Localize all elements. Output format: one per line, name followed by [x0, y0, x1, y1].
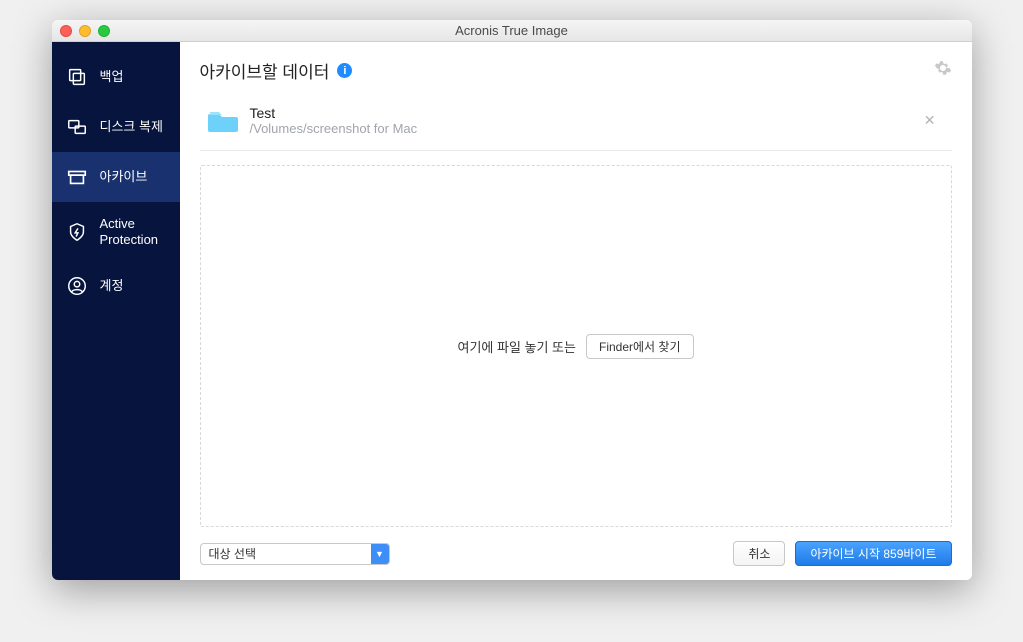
info-icon[interactable]: i [337, 63, 352, 78]
destination-select-label: 대상 선택 [201, 544, 371, 564]
sidebar-item-active-protection[interactable]: Active Protection [52, 202, 180, 261]
file-name: Test [250, 105, 418, 121]
sidebar-item-backup[interactable]: 백업 [52, 52, 180, 102]
sidebar-item-archive[interactable]: 아카이브 [52, 152, 180, 202]
sidebar-item-label: 백업 [100, 69, 124, 85]
selected-file-row: Test /Volumes/screenshot for Mac ✕ [200, 101, 952, 151]
disk-clone-icon [66, 116, 88, 138]
finder-browse-button[interactable]: Finder에서 찾기 [586, 334, 694, 359]
window-minimize-button[interactable] [79, 25, 91, 37]
window-title: Acronis True Image [52, 23, 972, 38]
main-panel: 아카이브할 데이터 i Test /Volumes/scr [180, 42, 972, 580]
remove-file-button[interactable]: ✕ [916, 108, 944, 133]
archive-box-icon [66, 166, 88, 188]
sidebar-item-label: 아카이브 [100, 169, 148, 185]
sidebar-item-label: 디스크 복제 [100, 119, 163, 135]
window-close-button[interactable] [60, 25, 72, 37]
shield-bolt-icon [66, 221, 88, 243]
chevron-down-icon: ▼ [371, 544, 389, 564]
page-header: 아카이브할 데이터 i [200, 58, 952, 83]
user-circle-icon [66, 275, 88, 297]
start-archive-button[interactable]: 아카이브 시작 859바이트 [795, 541, 951, 566]
cancel-button[interactable]: 취소 [733, 541, 785, 566]
file-path: /Volumes/screenshot for Mac [250, 121, 418, 136]
stack-icon [66, 66, 88, 88]
titlebar[interactable]: Acronis True Image [52, 20, 972, 42]
destination-select[interactable]: 대상 선택 ▼ [200, 543, 390, 565]
sidebar-item-disk-clone[interactable]: 디스크 복제 [52, 102, 180, 152]
traffic-lights [60, 25, 110, 37]
folder-icon [208, 109, 238, 133]
file-dropzone[interactable]: 여기에 파일 놓기 또는 Finder에서 찾기 [200, 165, 952, 527]
sidebar: 백업 디스크 복제 아카이브 [52, 42, 180, 580]
file-info: Test /Volumes/screenshot for Mac [250, 105, 418, 136]
sidebar-item-label: 계정 [100, 278, 124, 294]
page-title: 아카이브할 데이터 [200, 58, 330, 83]
sidebar-item-account[interactable]: 계정 [52, 261, 180, 311]
sidebar-item-label: Active Protection [100, 216, 159, 247]
window-maximize-button[interactable] [98, 25, 110, 37]
dropzone-text: 여기에 파일 놓기 또는 [458, 337, 576, 356]
app-window: Acronis True Image 백업 [52, 20, 972, 580]
footer: 대상 선택 ▼ 취소 아카이브 시작 859바이트 [200, 541, 952, 566]
app-body: 백업 디스크 복제 아카이브 [52, 42, 972, 580]
gear-icon[interactable] [934, 59, 952, 82]
